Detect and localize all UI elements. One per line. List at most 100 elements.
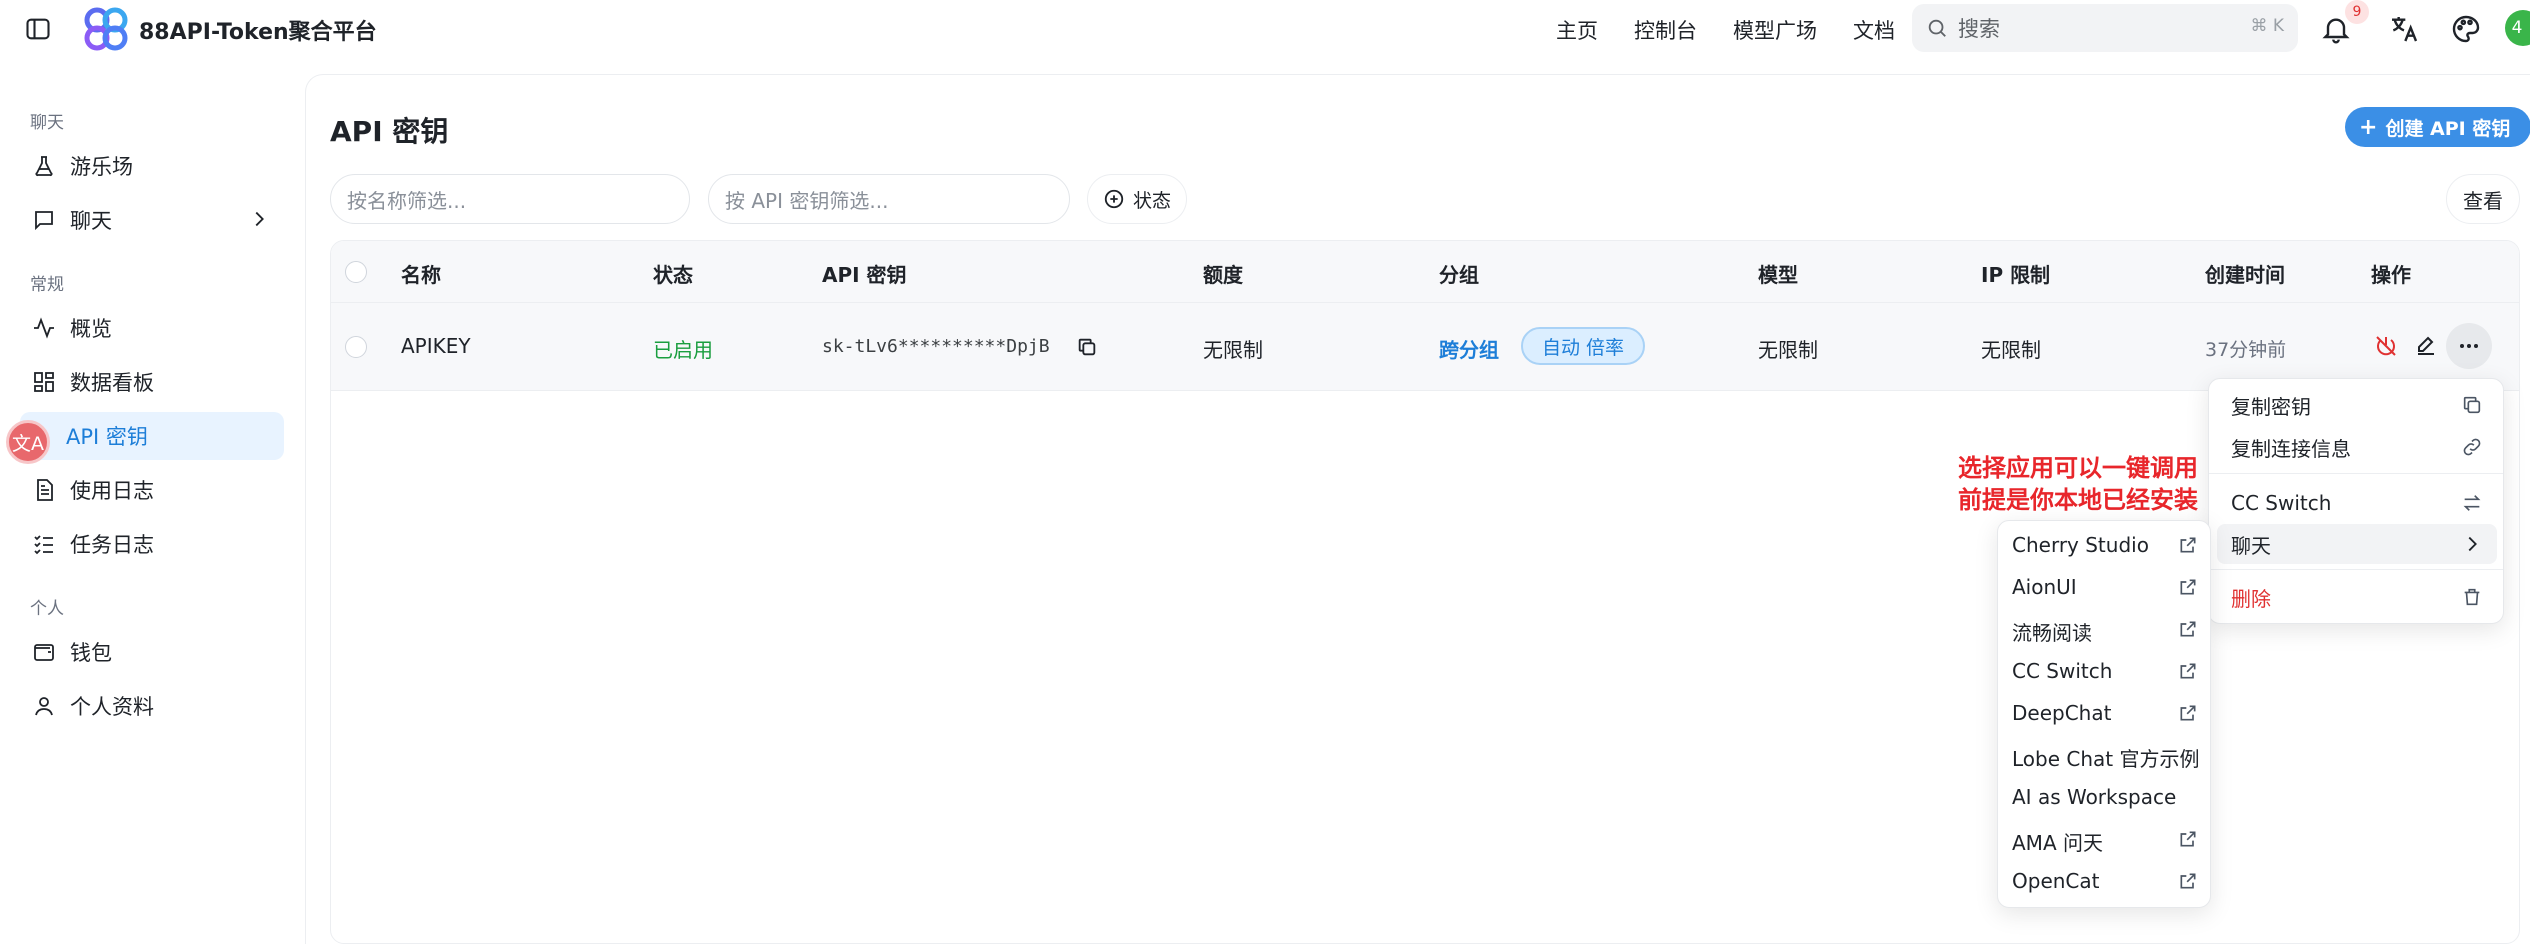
more-actions-icon[interactable]: [2446, 323, 2492, 369]
copy-icon: [2463, 396, 2481, 414]
disable-icon[interactable]: [2371, 331, 2401, 361]
models-value: 无限制: [1758, 338, 1818, 362]
sidebar-item-chat[interactable]: 聊天: [20, 196, 284, 244]
menu-item-cc-switch[interactable]: CC Switch: [2217, 483, 2497, 523]
floating-translate-avatar[interactable]: 文A: [6, 420, 50, 464]
sidebar-item-label: API 密钥: [66, 425, 148, 449]
submenu-item-opencat[interactable]: OpenCat: [2012, 869, 2099, 893]
swap-icon: [2463, 495, 2481, 511]
external-link-icon: [2180, 705, 2196, 721]
row-context-menu: 复制密钥 复制连接信息 CC Switch 聊天 删除: [2208, 378, 2504, 624]
column-header-models: 模型: [1758, 263, 1798, 287]
menu-item-copy-key[interactable]: 复制密钥: [2217, 385, 2497, 425]
submenu-item-ama[interactable]: AMA 问天: [2012, 827, 2103, 856]
chat-app-submenu: Cherry Studio AionUI 流畅阅读 CC Switch Deep…: [1997, 520, 2211, 908]
sidebar-item-usage-logs[interactable]: 使用日志: [20, 466, 284, 514]
sidebar-item-label: 聊天: [70, 209, 112, 233]
column-header-actions: 操作: [2371, 263, 2411, 287]
nav-console[interactable]: 控制台: [1634, 15, 1697, 45]
menu-item-label: 删除: [2231, 586, 2271, 611]
sidebar-item-api-keys[interactable]: API 密钥: [20, 412, 284, 460]
status-badge: 已启用: [653, 338, 713, 362]
submenu-item-deepchat[interactable]: DeepChat: [2012, 701, 2111, 725]
submenu-item-aionui[interactable]: AionUI: [2012, 575, 2077, 599]
name-filter-input[interactable]: 按名称筛选...: [330, 174, 690, 224]
column-header-status: 状态: [653, 263, 693, 287]
search-icon: [1928, 19, 1946, 37]
submenu-item-fluent-reader[interactable]: 流畅阅读: [2012, 617, 2092, 646]
sidebar-item-label: 游乐场: [70, 155, 133, 179]
column-header-api-key: API 密钥: [822, 263, 907, 287]
flask-icon: [35, 156, 53, 176]
submenu-item-cherry-studio[interactable]: Cherry Studio: [2012, 533, 2149, 557]
menu-item-label: 复制密钥: [2231, 394, 2311, 419]
wallet-icon: [34, 644, 54, 661]
menu-item-label: 聊天: [2231, 533, 2271, 558]
search-input[interactable]: 搜索 ⌘ K: [1912, 4, 2298, 52]
sidebar-section-personal: 个人: [30, 599, 64, 619]
link-icon: [2463, 438, 2481, 456]
external-link-icon: [2180, 831, 2196, 847]
sidebar-item-task-logs[interactable]: 任务日志: [20, 520, 284, 568]
column-header-group: 分组: [1439, 263, 1479, 287]
status-filter-button[interactable]: 状态: [1087, 174, 1187, 224]
view-button[interactable]: 查看: [2446, 174, 2520, 224]
external-link-icon: [2180, 579, 2196, 595]
sidebar-toggle-icon[interactable]: [24, 15, 52, 43]
select-all-checkbox[interactable]: [345, 261, 367, 283]
sidebar-item-label: 使用日志: [70, 479, 154, 503]
plus-icon: +: [2359, 114, 2378, 140]
nav-model-square[interactable]: 模型广场: [1733, 15, 1817, 45]
external-link-icon: [2180, 663, 2196, 679]
external-link-icon: [2180, 873, 2196, 889]
dashboard-icon: [34, 372, 54, 392]
create-api-key-button[interactable]: + 创建 API 密钥: [2345, 107, 2530, 147]
edit-icon[interactable]: [2411, 331, 2441, 361]
sidebar-item-label: 个人资料: [70, 695, 154, 719]
column-header-name: 名称: [401, 263, 441, 287]
external-link-icon: [2180, 537, 2196, 553]
app-logo-icon[interactable]: [82, 5, 130, 53]
column-header-quota: 额度: [1203, 263, 1243, 287]
app-title[interactable]: 88API-Token聚合平台: [139, 14, 377, 46]
user-avatar[interactable]: 4: [2505, 10, 2530, 46]
chat-icon: [35, 211, 53, 231]
search-placeholder: 搜索: [1958, 17, 2000, 41]
key-name: APIKEY: [401, 334, 471, 358]
submenu-item-lobe-chat[interactable]: Lobe Chat 官方示例: [2012, 743, 2199, 772]
menu-item-label: 复制连接信息: [2231, 436, 2351, 461]
menu-item-chat[interactable]: 聊天: [2217, 524, 2497, 564]
submenu-item-cc-switch[interactable]: CC Switch: [2012, 659, 2112, 683]
sidebar-section-chat: 聊天: [30, 113, 64, 133]
page-title: API 密钥: [330, 115, 449, 148]
menu-item-delete[interactable]: 删除: [2217, 577, 2497, 617]
activity-icon: [34, 317, 54, 339]
sidebar-item-dashboard[interactable]: 数据看板: [20, 358, 284, 406]
key-filter-input[interactable]: 按 API 密钥筛选...: [708, 174, 1070, 224]
trash-icon: [2464, 588, 2480, 606]
search-shortcut: ⌘ K: [2250, 16, 2284, 36]
sidebar-item-wallet[interactable]: 钱包: [20, 628, 284, 676]
annotation-note: 选择应用可以一键调用 前提是你本地已经安装: [1936, 452, 2198, 516]
palette-icon[interactable]: [2450, 13, 2482, 45]
group-value: 跨分组: [1439, 338, 1499, 362]
quota-value: 无限制: [1203, 338, 1263, 362]
copy-icon[interactable]: [1076, 336, 1098, 358]
table-row[interactable]: APIKEY 已启用 sk-tLv6**********DpjB 无限制 跨分组…: [331, 303, 2519, 391]
sidebar-item-profile[interactable]: 个人资料: [20, 682, 284, 730]
sidebar-item-playground[interactable]: 游乐场: [20, 142, 284, 190]
sidebar-section-general: 常规: [30, 275, 64, 295]
external-link-icon: [2180, 621, 2196, 637]
row-checkbox[interactable]: [345, 336, 367, 358]
translate-icon[interactable]: [2388, 13, 2420, 45]
sidebar-item-label: 概览: [70, 317, 112, 341]
sidebar-item-overview[interactable]: 概览: [20, 304, 284, 352]
nav-docs[interactable]: 文档: [1853, 15, 1895, 45]
ip-limit-value: 无限制: [1981, 338, 2041, 362]
nav-home[interactable]: 主页: [1556, 15, 1598, 45]
chevron-right-icon: [255, 211, 264, 227]
submenu-item-ai-as-workspace[interactable]: AI as Workspace: [2012, 785, 2176, 809]
sidebar-item-label: 任务日志: [70, 533, 154, 557]
status-filter-label: 状态: [1132, 189, 1171, 212]
menu-item-copy-connection[interactable]: 复制连接信息: [2217, 427, 2497, 467]
